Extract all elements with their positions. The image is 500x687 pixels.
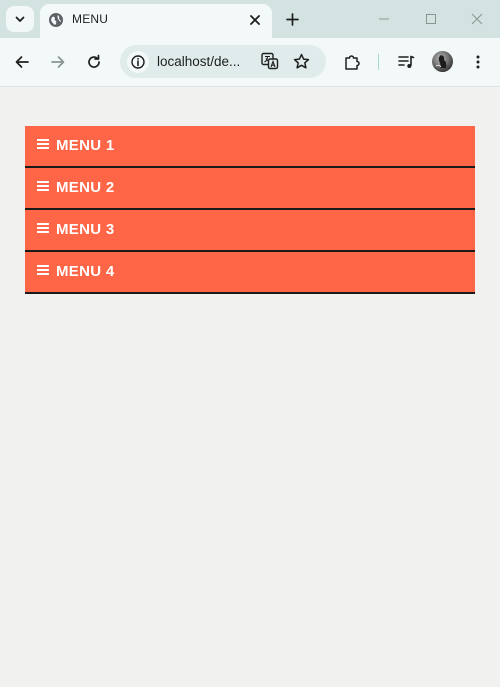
translate-icon — [261, 52, 279, 70]
url-text[interactable]: localhost/de... — [157, 54, 240, 69]
reload-icon — [88, 54, 100, 68]
menu-item-label: MENU 3 — [56, 221, 115, 238]
kebab-menu-icon — [476, 55, 480, 69]
media-control-icon — [398, 55, 415, 68]
tab-strip: MENU — [0, 0, 500, 38]
tab-search-button[interactable] — [6, 6, 34, 32]
arrow-left-icon — [15, 56, 29, 68]
menu-item-label: MENU 4 — [56, 263, 115, 280]
menu-item[interactable]: MENU 3 — [25, 210, 475, 252]
close-icon — [471, 13, 483, 25]
bookmark-button[interactable] — [291, 51, 311, 71]
browser-window: MENU localhost/de... MENU 1 MENU 2 MENU … — [0, 0, 500, 687]
menu-item-label: MENU 1 — [56, 137, 115, 154]
extensions-button[interactable] — [340, 50, 364, 74]
menu-list: MENU 1 MENU 2 MENU 3 MENU 4 — [25, 126, 475, 294]
close-icon — [250, 15, 260, 25]
active-tab[interactable]: MENU — [40, 4, 272, 38]
chevron-down-icon — [15, 16, 25, 22]
minimize-icon — [379, 18, 389, 20]
hamburger-icon — [37, 265, 49, 275]
more-menu-button[interactable] — [466, 50, 490, 74]
maximize-button[interactable] — [421, 9, 441, 29]
new-tab-button[interactable] — [282, 9, 302, 29]
menu-item[interactable]: MENU 2 — [25, 168, 475, 210]
avatar-icon — [435, 55, 447, 68]
profile-avatar[interactable] — [432, 51, 453, 72]
toolbar-separator — [378, 54, 379, 70]
menu-item[interactable]: MENU 4 — [25, 252, 475, 294]
hamburger-icon — [37, 139, 49, 149]
address-bar[interactable]: localhost/de... — [120, 45, 326, 78]
menu-item-label: MENU 2 — [56, 179, 115, 196]
minimize-button[interactable] — [374, 9, 394, 29]
menu-item[interactable]: MENU 1 — [25, 126, 475, 168]
back-button[interactable] — [10, 50, 34, 74]
arrow-right-icon — [51, 56, 65, 68]
info-icon — [131, 55, 145, 69]
translate-button[interactable] — [260, 51, 280, 71]
hamburger-icon — [37, 181, 49, 191]
reload-button[interactable] — [82, 50, 106, 74]
forward-button[interactable] — [46, 50, 70, 74]
page-content: MENU 1 MENU 2 MENU 3 MENU 4 — [0, 87, 500, 687]
plus-icon — [285, 12, 299, 26]
star-icon — [293, 53, 309, 69]
globe-icon — [49, 13, 63, 27]
browser-toolbar: localhost/de... — [0, 38, 500, 87]
window-close-button[interactable] — [467, 9, 487, 29]
puzzle-icon — [345, 55, 360, 70]
site-info-button[interactable] — [127, 51, 149, 73]
maximize-icon — [426, 14, 436, 24]
tab-close-button[interactable] — [246, 11, 264, 29]
hamburger-icon — [37, 223, 49, 233]
media-control-button[interactable] — [394, 50, 418, 74]
tab-title: MENU — [72, 12, 109, 26]
